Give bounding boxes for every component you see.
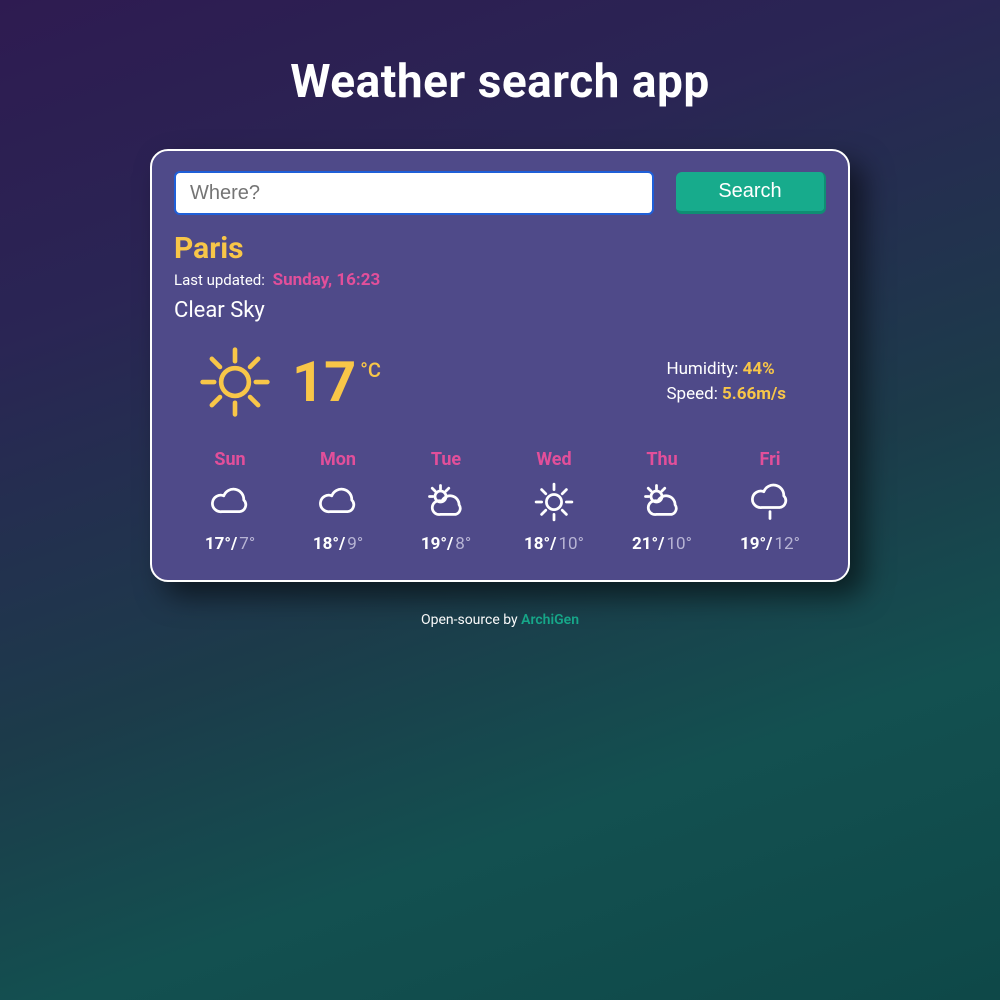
temperature-value: 17 <box>292 354 356 410</box>
search-row: Search <box>174 171 826 215</box>
forecast-day: Tue 19°/8° <box>396 449 496 554</box>
wind-value: 5.66m/s <box>722 384 786 404</box>
weather-card: Search Paris Last updated: Sunday, 16:23… <box>150 149 850 582</box>
forecast-hi: 17°/ <box>205 534 237 554</box>
current-conditions: 17 °C Humidity: 44% Speed: 5.66m/s <box>174 345 826 419</box>
forecast-hi: 19°/ <box>740 534 772 554</box>
footer-text: Open-source by <box>421 612 521 628</box>
forecast-lo: 7° <box>239 534 255 554</box>
city-name: Paris <box>174 231 826 266</box>
forecast-day: Sun 17°/7° <box>180 449 280 554</box>
sun-cloud-icon <box>424 480 468 524</box>
forecast-lo: 9° <box>347 534 363 554</box>
footer: Open-source by ArchiGen <box>421 612 579 628</box>
footer-link[interactable]: ArchiGen <box>521 612 579 628</box>
forecast-day: Mon 18°/9° <box>288 449 388 554</box>
current-metrics: Humidity: 44% Speed: 5.66m/s <box>666 357 786 408</box>
cloud-icon <box>208 480 252 524</box>
last-updated: Last updated: Sunday, 16:23 <box>174 270 826 290</box>
forecast-hi: 19°/ <box>421 534 453 554</box>
forecast-temps: 17°/7° <box>205 534 255 554</box>
forecast-day-label: Sun <box>214 449 245 470</box>
forecast-day-label: Mon <box>320 449 356 470</box>
temperature: 17 °C <box>292 354 381 410</box>
forecast-temps: 18°/10° <box>524 534 584 554</box>
search-input[interactable] <box>174 171 654 215</box>
condition-text: Clear Sky <box>174 298 826 323</box>
forecast-hi: 21°/ <box>632 534 664 554</box>
forecast-day: Fri 19°/12° <box>720 449 820 554</box>
forecast-row: Sun17°/7°Mon18°/9°Tue19°/8°Wed18°/10°Thu… <box>174 449 826 554</box>
forecast-temps: 19°/12° <box>740 534 800 554</box>
forecast-temps: 19°/8° <box>421 534 471 554</box>
sun-icon <box>532 480 576 524</box>
forecast-lo: 12° <box>774 534 799 554</box>
last-updated-label: Last updated: <box>174 271 265 289</box>
forecast-lo: 10° <box>666 534 691 554</box>
forecast-lo: 8° <box>455 534 471 554</box>
forecast-day-label: Wed <box>536 449 571 470</box>
sun-cloud-icon <box>640 480 684 524</box>
forecast-lo: 10° <box>558 534 583 554</box>
wind-label: Speed: <box>666 384 717 404</box>
rain-icon <box>748 480 792 524</box>
sun-icon <box>198 345 272 419</box>
forecast-day: Thu 21°/10° <box>612 449 712 554</box>
temperature-unit: °C <box>360 360 381 380</box>
humidity-value: 44% <box>743 359 775 379</box>
cloud-icon <box>316 480 360 524</box>
last-updated-value: Sunday, 16:23 <box>273 270 381 290</box>
forecast-day-label: Tue <box>431 449 461 470</box>
forecast-day-label: Fri <box>759 449 780 470</box>
page-title: Weather search app <box>290 55 710 109</box>
forecast-temps: 21°/10° <box>632 534 692 554</box>
forecast-day-label: Thu <box>646 449 677 470</box>
humidity-label: Humidity: <box>666 359 738 379</box>
forecast-hi: 18°/ <box>524 534 556 554</box>
forecast-temps: 18°/9° <box>313 534 363 554</box>
search-button[interactable]: Search <box>676 172 826 214</box>
forecast-hi: 18°/ <box>313 534 345 554</box>
forecast-day: Wed 18°/10° <box>504 449 604 554</box>
